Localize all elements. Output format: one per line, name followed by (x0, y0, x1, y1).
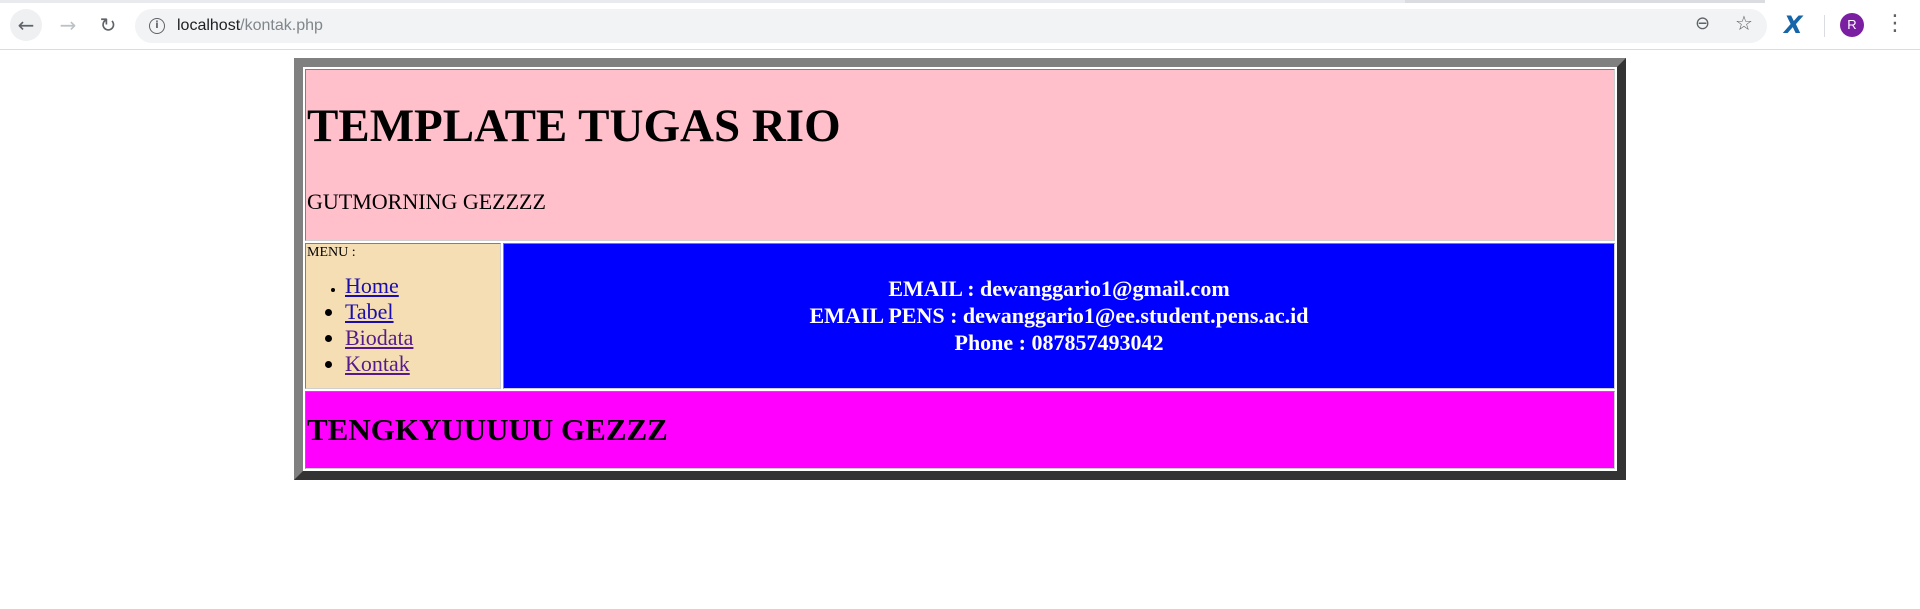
back-button[interactable]: ← (10, 9, 42, 41)
reload-icon: ↻ (99, 13, 117, 37)
kebab-menu-icon[interactable]: ⋮ (1884, 10, 1906, 38)
reload-button[interactable]: ↻ (92, 9, 124, 41)
page-subtitle: GUTMORNING GEZZZZ (307, 188, 546, 214)
footer-cell: TENGKYUUUUU GEZZZ (305, 390, 1615, 469)
info-icon[interactable]: i (149, 18, 165, 34)
page-layout-table: TEMPLATE TUGAS RIO GUTMORNING GEZZZZ MEN… (294, 58, 1626, 480)
contact-email-pens: EMAIL PENS : dewanggario1@ee.student.pen… (809, 303, 1309, 329)
arrow-left-icon: ← (17, 13, 35, 37)
toolbar-divider (1824, 15, 1825, 37)
header-cell: TEMPLATE TUGAS RIO GUTMORNING GEZZZZ (305, 69, 1615, 241)
nav-item-home: Home (345, 273, 499, 299)
nav-link-kontak[interactable]: Kontak (345, 351, 410, 376)
nav-menu: Home Tabel Biodata Kontak (307, 273, 499, 377)
forward-button[interactable]: → (52, 9, 84, 41)
contact-email: EMAIL : dewanggario1@gmail.com (888, 276, 1230, 302)
nav-link-biodata[interactable]: Biodata (345, 325, 413, 350)
url-path: /kontak.php (240, 17, 323, 34)
profile-avatar[interactable]: R (1840, 13, 1864, 37)
browser-toolbar: ← → ↻ i localhost/kontak.php ⊖ ☆ X R ⋮ (0, 0, 1920, 50)
nav-link-tabel[interactable]: Tabel (345, 299, 394, 324)
sidebar-cell: MENU : Home Tabel Biodata Kontak (305, 242, 501, 389)
contact-content-cell: EMAIL : dewanggario1@gmail.com EMAIL PEN… (503, 242, 1615, 389)
address-bar[interactable]: i localhost/kontak.php ⊖ ☆ (135, 9, 1767, 43)
nav-link-home[interactable]: Home (345, 273, 399, 298)
footer-text: TENGKYUUUUU GEZZZ (307, 411, 668, 447)
arrow-right-icon: → (59, 13, 77, 37)
star-icon[interactable]: ☆ (1735, 11, 1753, 35)
tab-strip-bar (0, 0, 1405, 3)
zoom-icon[interactable]: ⊖ (1695, 13, 1710, 34)
tab-strip-bar-end (1405, 0, 1765, 3)
url-host: localhost (177, 17, 241, 34)
menu-label: MENU : (307, 244, 356, 260)
nav-item-tabel: Tabel (345, 299, 499, 325)
page-title: TEMPLATE TUGAS RIO (307, 100, 841, 152)
nav-item-biodata: Biodata (345, 325, 499, 351)
contact-phone: Phone : 087857493042 (954, 330, 1164, 356)
nav-item-kontak: Kontak (345, 351, 499, 377)
x-extension-icon[interactable]: X (1784, 11, 1803, 39)
url-text[interactable]: localhost/kontak.php (177, 17, 323, 35)
